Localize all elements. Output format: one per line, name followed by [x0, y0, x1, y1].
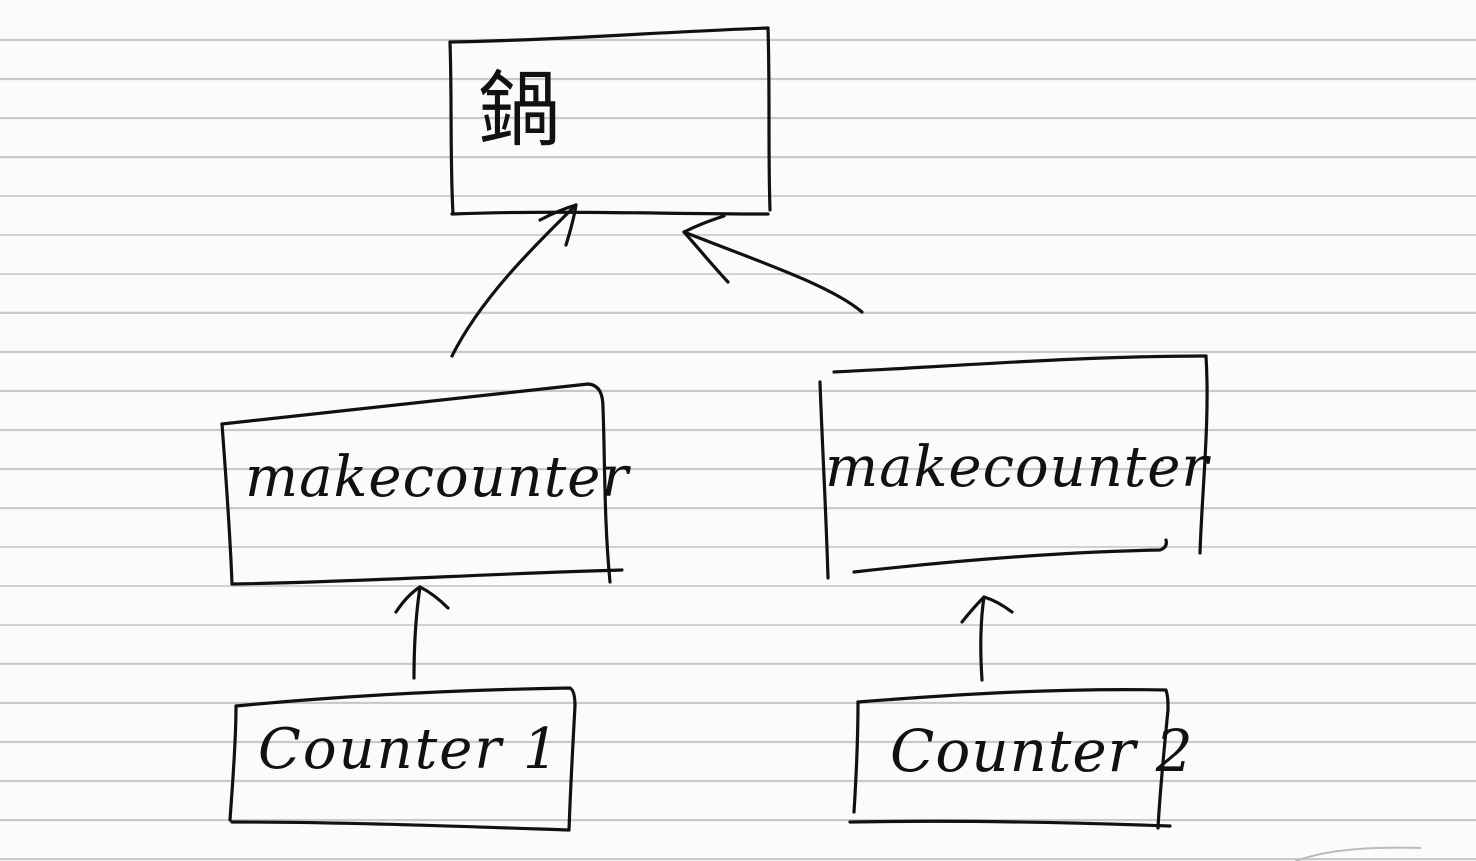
arrow-makecounter1-to-root — [450, 203, 578, 358]
notebook-page: 鍋 makecounter makecounter Counter 1 Coun… — [0, 0, 1476, 861]
counter-box-2-label: Counter 2 — [890, 717, 1194, 785]
arrow-counter2-to-makecounter2 — [960, 595, 1014, 682]
handwritten-diagram — [220, 26, 1421, 861]
page-corner-curl — [1295, 846, 1421, 861]
makecounter-box-2-label: makecounter — [825, 435, 1210, 500]
makecounter-box-1-label: makecounter — [245, 445, 630, 510]
arrow-counter1-to-makecounter1 — [394, 585, 450, 680]
root-box-label: 鍋 — [478, 63, 561, 158]
counter-box-1-label: Counter 1 — [258, 717, 561, 782]
arrow-makecounter2-to-root — [682, 214, 864, 314]
